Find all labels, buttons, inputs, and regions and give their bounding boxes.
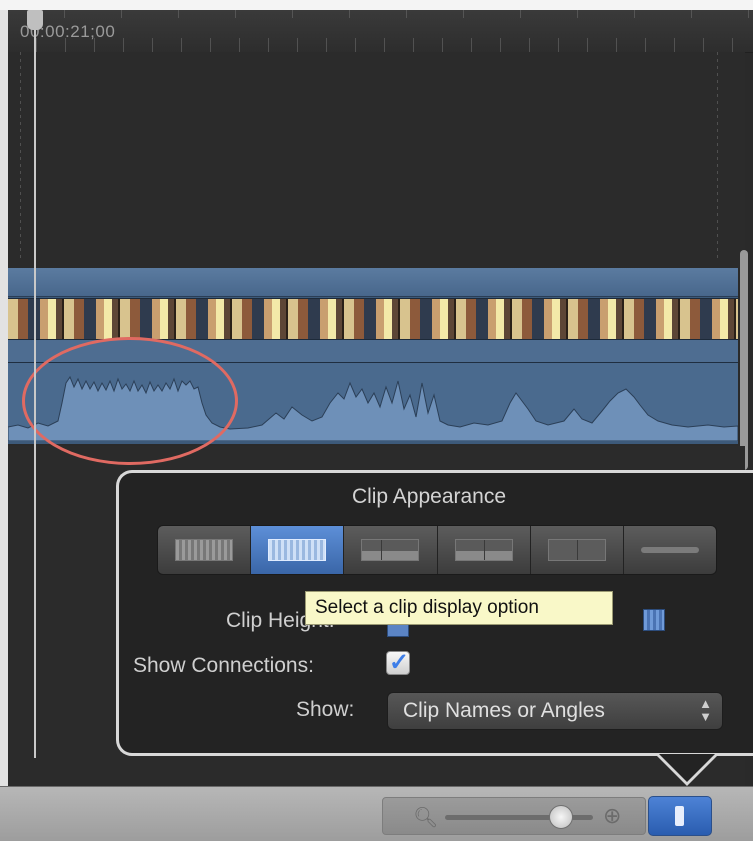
sidebar-edge [0, 10, 8, 786]
ruler-minor-ticks [8, 38, 753, 52]
display-option-filmstrip-waveform[interactable] [344, 526, 438, 574]
window-top-edge [0, 0, 753, 10]
waveform-large-icon [175, 539, 234, 561]
highlight-annotation-circle [22, 337, 238, 465]
show-connections-label: Show Connections: [133, 654, 314, 677]
filmstrip-waveform-icon [361, 539, 420, 561]
show-select-value: Clip Names or Angles [403, 699, 605, 722]
chevron-up-down-icon: ▲ ▼ [699, 696, 712, 724]
ruler-major-ticks [8, 10, 753, 18]
filmstrip-only-icon [547, 539, 606, 561]
name-only-icon [640, 547, 699, 553]
zoom-out-icon[interactable]: 🔍︎ [413, 805, 438, 830]
display-option-filmstrip-large[interactable] [438, 526, 531, 574]
dotted-guide-left [20, 52, 21, 262]
show-select[interactable]: Clip Names or Angles ▲ ▼ [387, 692, 723, 730]
timeline-ruler[interactable]: 00:00:21;00 [8, 10, 753, 53]
checkmark-icon: ✓ [389, 649, 410, 676]
show-connections-checkbox[interactable]: ✓ [386, 649, 410, 676]
playhead[interactable] [34, 10, 36, 758]
display-option-waveform-filmstrip[interactable] [251, 526, 345, 574]
clip-display-options [157, 525, 717, 575]
clip-appearance-icon [675, 806, 684, 826]
display-option-tooltip: Select a clip display option [305, 591, 613, 625]
zoom-in-icon[interactable]: ⊕ [603, 803, 621, 829]
timeline-scrollbar[interactable] [740, 250, 748, 470]
timeline-empty-area[interactable] [8, 52, 745, 268]
dotted-guide-right [717, 52, 718, 262]
display-option-filmstrip-only[interactable] [531, 526, 624, 574]
display-option-name-only[interactable] [624, 526, 716, 574]
waveform-filmstrip-icon [268, 539, 327, 561]
display-option-waveform-large[interactable] [158, 526, 252, 574]
zoom-slider-thumb[interactable] [549, 805, 573, 829]
playhead-handle[interactable] [27, 10, 43, 30]
clip-appearance-button[interactable] [648, 796, 712, 836]
popover-title: Clip Appearance [351, 485, 507, 508]
filmstrip-large-icon [454, 539, 513, 561]
clip-height-large-icon [643, 609, 665, 631]
clip-filmstrip [8, 298, 738, 340]
clip-header [8, 268, 738, 297]
popover-pointer-inner [659, 754, 715, 782]
show-label: Show: [296, 698, 355, 721]
